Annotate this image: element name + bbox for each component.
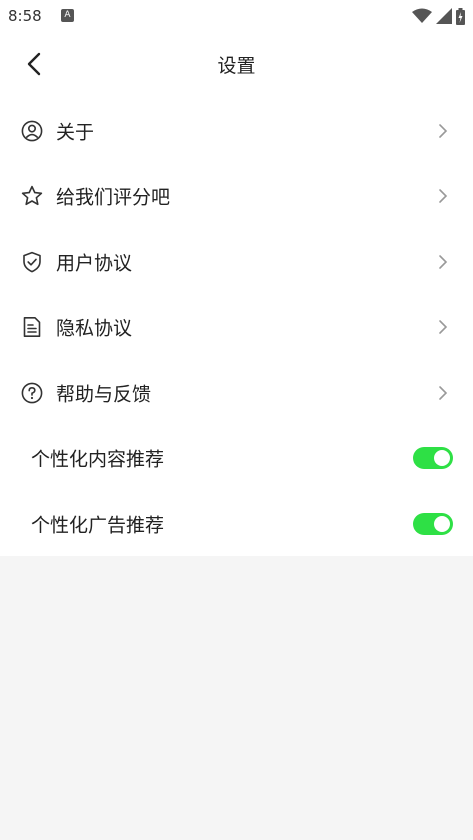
status-icons (412, 7, 465, 25)
settings-item-about[interactable]: 关于 (0, 98, 473, 164)
chevron-right-icon (439, 189, 448, 204)
blank-area (0, 556, 473, 840)
settings-item-personalized-ads: 个性化广告推荐 (0, 491, 473, 557)
settings-item-label: 帮助与反馈 (56, 383, 152, 406)
settings-item-label: 关于 (56, 121, 95, 144)
page-title: 设置 (217, 55, 256, 77)
notification-a-icon: A (61, 9, 74, 22)
settings-item-label: 隐私协议 (56, 317, 133, 340)
chevron-right-icon (439, 320, 448, 335)
personalized-content-toggle[interactable] (413, 447, 453, 470)
toggle-knob (434, 450, 450, 467)
wifi-icon (412, 8, 432, 23)
settings-item-privacy-policy[interactable]: 隐私协议 (0, 295, 473, 361)
settings-item-personalized-content: 个性化内容推荐 (0, 426, 473, 492)
chevron-right-icon (439, 385, 448, 400)
settings-item-label: 用户协议 (56, 252, 133, 275)
toggle-knob (434, 515, 450, 532)
chevron-right-icon (439, 254, 448, 269)
settings-list: 关于 给我们评分吧 用户协议 隐私协议 帮助与反馈 个性化内容推荐 个性化广告推… (0, 98, 473, 557)
status-time: 8:58 (8, 7, 42, 25)
personalized-ads-toggle[interactable] (413, 512, 453, 535)
person-circle-icon (21, 120, 43, 142)
battery-icon (456, 7, 465, 25)
status-bar: 8:58 A (0, 0, 473, 32)
star-icon (21, 185, 43, 207)
document-icon (21, 316, 43, 338)
settings-item-rate-us[interactable]: 给我们评分吧 (0, 164, 473, 230)
shield-check-icon (21, 251, 43, 273)
settings-item-label: 个性化内容推荐 (31, 448, 165, 471)
settings-item-help-feedback[interactable]: 帮助与反馈 (0, 360, 473, 426)
settings-item-user-agreement[interactable]: 用户协议 (0, 229, 473, 295)
question-circle-icon (21, 382, 43, 404)
settings-item-label: 个性化广告推荐 (31, 514, 165, 537)
settings-item-label: 给我们评分吧 (56, 186, 171, 209)
signal-icon (436, 8, 452, 24)
header: 设置 (0, 32, 473, 98)
chevron-right-icon (439, 123, 448, 138)
